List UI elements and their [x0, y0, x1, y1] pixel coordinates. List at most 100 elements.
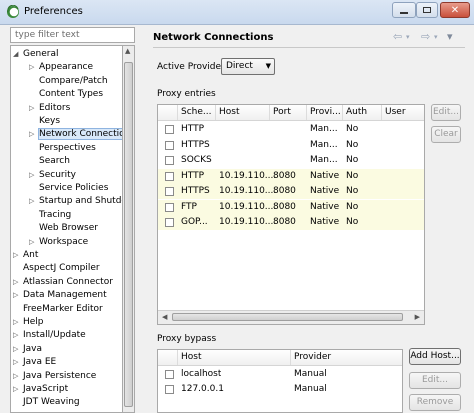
back-menu-icon[interactable]: ▾ [406, 33, 410, 41]
edit-entry-button[interactable]: Edit... [431, 104, 461, 121]
tree-item[interactable]: ▷ Workspace [29, 236, 88, 249]
tree-item[interactable]: ▷ JavaScript [13, 383, 68, 396]
entries-scroll-thumb[interactable] [172, 313, 403, 321]
clear-entry-button[interactable]: Clear [431, 126, 461, 143]
collapsed-arrow-icon[interactable]: ▷ [13, 383, 23, 396]
collapsed-arrow-icon[interactable]: ▷ [13, 249, 23, 262]
cell-scheme: GOP... [181, 217, 208, 227]
column-header-provider[interactable]: Provi... [307, 105, 343, 120]
view-menu-icon[interactable]: ▾ [447, 30, 453, 43]
row-checkbox[interactable] [165, 125, 174, 134]
table-row[interactable]: 127.0.0.1 Manual [158, 382, 402, 397]
active-provider-select[interactable]: Direct ▼ [221, 58, 275, 75]
table-row[interactable]: SOCKS Man... No [158, 153, 424, 168]
table-row[interactable]: GOP... 10.19.110.... 8080 Native No [158, 215, 424, 230]
forward-arrow-icon[interactable]: ⇨ [421, 30, 430, 43]
table-row[interactable]: HTTP 10.19.110.... 8080 Native No [158, 168, 424, 184]
tree-item[interactable]: ▷ Java [13, 343, 42, 356]
tree-item[interactable]: ▷ Install/Update [13, 329, 86, 342]
minimize-button[interactable] [392, 2, 416, 18]
row-checkbox[interactable] [165, 140, 174, 150]
row-checkbox[interactable] [165, 370, 174, 379]
tree-item[interactable]: ◢ General [13, 48, 58, 61]
table-row[interactable]: HTTPS 10.19.110.... 8080 Native No [158, 184, 424, 199]
collapsed-arrow-icon[interactable]: ▷ [13, 289, 23, 302]
table-row[interactable]: HTTP Man... No [158, 122, 424, 137]
back-arrow-icon[interactable]: ⇦ [393, 30, 402, 43]
collapsed-arrow-icon[interactable]: ▷ [29, 236, 39, 249]
collapsed-arrow-icon[interactable]: ▷ [29, 169, 39, 182]
column-header-user[interactable]: User [382, 105, 424, 120]
column-header-host[interactable]: Host [178, 350, 291, 365]
scroll-up-icon[interactable]: ▲ [125, 47, 130, 55]
tree-item[interactable]: ▷ Help [13, 316, 44, 329]
tree-item-label: Service Policies [39, 183, 109, 193]
collapsed-arrow-icon[interactable]: ▷ [13, 276, 23, 289]
active-provider-label: Active Provider: [157, 62, 228, 72]
tree-item[interactable]: Search [29, 155, 70, 168]
restore-button[interactable] [416, 2, 438, 18]
cell-host [216, 138, 219, 153]
edit-host-button[interactable]: Edit... [409, 372, 461, 389]
tree-item[interactable]: ▷ Java Persistence [13, 370, 96, 383]
collapsed-arrow-icon[interactable]: ▷ [13, 356, 23, 369]
tree-item[interactable]: ▷ Security [29, 169, 76, 182]
close-button[interactable]: ✕ [440, 2, 470, 18]
tree-item[interactable]: JDT Weaving [13, 396, 80, 409]
tree-item[interactable]: AspectJ Compiler [13, 262, 100, 275]
table-row[interactable]: HTTPS Man... No [158, 138, 424, 153]
collapsed-arrow-icon[interactable]: ▷ [13, 329, 23, 342]
tree-item[interactable]: Perspectives [29, 142, 96, 155]
column-header-auth[interactable]: Auth [343, 105, 382, 120]
collapsed-arrow-icon[interactable]: ▷ [13, 316, 23, 329]
tree-scroll-thumb[interactable] [124, 62, 133, 407]
tree-item[interactable]: ▷ Atlassian Connector [13, 276, 113, 289]
expanded-arrow-icon[interactable]: ◢ [13, 48, 23, 61]
tree-item[interactable]: Keys [29, 115, 60, 128]
collapsed-arrow-icon[interactable]: ▷ [29, 102, 39, 115]
checkbox-column-header[interactable] [158, 350, 178, 365]
tree-item[interactable]: ▷ Network Connection [29, 128, 122, 141]
cell-auth: No [346, 124, 359, 134]
collapsed-arrow-icon[interactable]: ▷ [29, 128, 39, 141]
row-checkbox[interactable] [165, 202, 174, 212]
tree-item[interactable]: FreeMarker Editor [13, 303, 103, 316]
tree-item[interactable]: Web Browser [29, 222, 98, 235]
tree-item[interactable]: Tracing [29, 209, 71, 222]
tree-item[interactable]: ▷ Java EE [13, 356, 56, 369]
tree-item[interactable]: Service Policies [29, 182, 108, 195]
table-row[interactable]: FTP 10.19.110.... 8080 Native No [158, 199, 424, 215]
checkbox-column-header[interactable] [158, 105, 178, 120]
tree-item[interactable]: ▷Startup and Shutdov [29, 195, 122, 208]
tree-item-label: Atlassian Connector [23, 276, 113, 287]
tree-item[interactable]: Content Types [29, 88, 103, 101]
tree-item[interactable]: ▷ Data Management [13, 289, 107, 302]
row-checkbox[interactable] [165, 187, 174, 196]
forward-menu-icon[interactable]: ▾ [434, 33, 438, 41]
remove-host-button[interactable]: Remove [409, 394, 461, 411]
column-header-host[interactable]: Host [216, 105, 270, 120]
column-header-provider[interactable]: Provider [291, 350, 402, 365]
add-host-button[interactable]: Add Host... [409, 348, 461, 365]
scroll-left-icon[interactable]: ◀ [162, 313, 167, 321]
row-checkbox[interactable] [165, 385, 174, 394]
tree-item[interactable]: ▷ Appearance [29, 61, 93, 74]
scroll-right-icon[interactable]: ▶ [415, 313, 420, 321]
collapsed-arrow-icon[interactable]: ▷ [13, 343, 23, 356]
row-checkbox[interactable] [165, 156, 174, 165]
table-row[interactable]: localhost Manual [158, 367, 402, 382]
tree-item[interactable]: Compare/Patch [29, 75, 108, 88]
collapsed-arrow-icon[interactable]: ▷ [29, 195, 39, 208]
collapsed-arrow-icon[interactable]: ▷ [13, 370, 23, 383]
close-icon: ✕ [450, 4, 460, 16]
column-header-port[interactable]: Port [270, 105, 307, 120]
filter-input[interactable]: type filter text [10, 27, 135, 43]
column-header-scheme[interactable]: Sche... [178, 105, 216, 120]
collapsed-arrow-icon[interactable]: ▷ [29, 61, 39, 74]
tree-item[interactable]: ▷ Editors [29, 102, 70, 115]
tree-item-label: Web Browser [39, 223, 98, 234]
entries-hscrollbar[interactable]: ◀ ▶ [158, 310, 424, 324]
row-checkbox[interactable] [165, 171, 174, 181]
row-checkbox[interactable] [165, 218, 174, 227]
tree-item[interactable]: ▷ Ant [13, 249, 38, 262]
